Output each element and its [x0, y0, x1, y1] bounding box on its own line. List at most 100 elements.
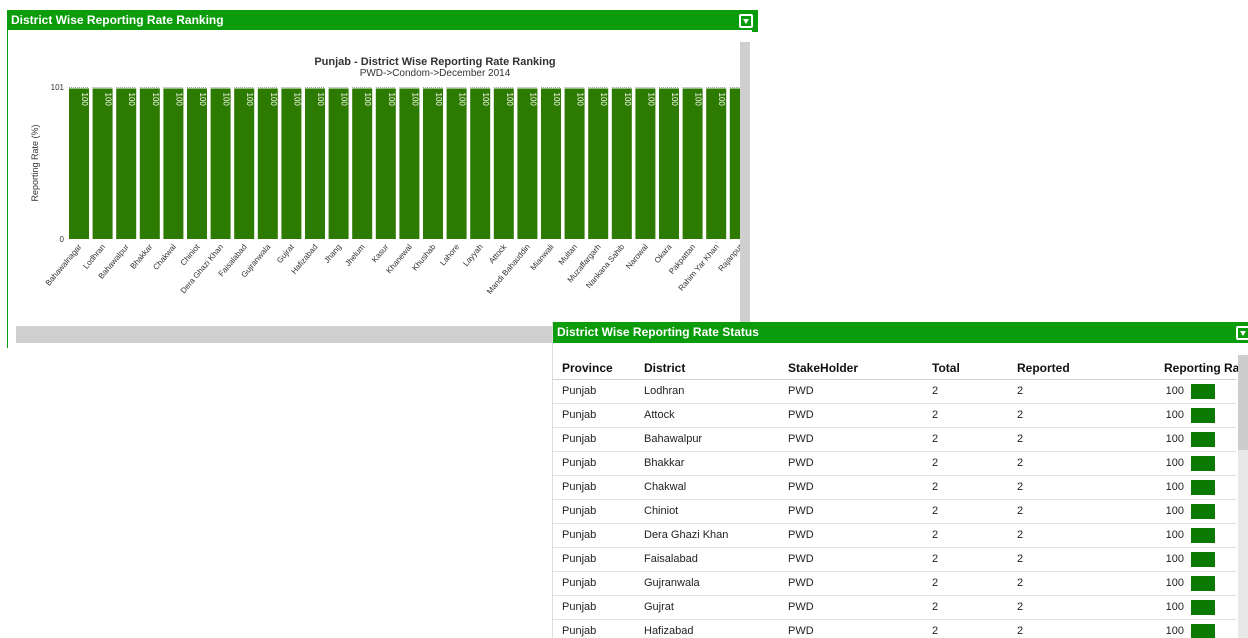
district-cell: Bhakkar [644, 457, 685, 469]
reporting-rate-cell: 100 [1165, 385, 1184, 397]
data-label: 100 [269, 93, 278, 107]
x-tick-label: Narowal [624, 242, 650, 270]
province-cell: Punjab [562, 625, 597, 637]
ranking-chart: Punjab - District Wise Reporting Rate Ra… [30, 56, 750, 296]
chart-bar [281, 88, 302, 240]
table-row[interactable]: Punjab Dera Ghazi Khan PWD 2 2 100 [553, 524, 1236, 548]
reported-cell: 2 [1017, 481, 1024, 493]
column-header-district[interactable]: District [644, 361, 685, 375]
data-label: 100 [316, 93, 325, 107]
table-row[interactable]: Punjab Bahawalpur PWD 2 2 100 [553, 428, 1236, 452]
data-label: 100 [198, 93, 207, 107]
column-header-province[interactable]: Province [562, 361, 613, 375]
chevron-down-box-icon[interactable] [739, 14, 753, 28]
status-panel-header: District Wise Reporting Rate Status [553, 322, 1248, 343]
province-cell: Punjab [562, 433, 597, 445]
chart-bar [682, 88, 703, 240]
scrollbar-thumb[interactable] [1238, 355, 1248, 450]
x-tick-label: Jhelum [343, 242, 367, 268]
stakeholder-cell: PWD [788, 553, 814, 565]
total-cell: 2 [932, 625, 939, 637]
province-cell: Punjab [562, 385, 597, 397]
table-row[interactable]: Punjab Faisalabad PWD 2 2 100 [553, 548, 1236, 572]
stakeholder-cell: PWD [788, 601, 814, 613]
chart-subtitle: PWD->Condom->December 2014 [360, 68, 511, 79]
reported-cell: 2 [1017, 601, 1024, 613]
reported-cell: 2 [1017, 625, 1024, 637]
district-cell: Hafizabad [644, 625, 694, 637]
x-tick-label: Lahore [438, 242, 461, 267]
table-row[interactable]: Punjab Chakwal PWD 2 2 100 [553, 476, 1236, 500]
column-header-total[interactable]: Total [932, 361, 960, 375]
reporting-rate-cell: 100 [1165, 409, 1184, 421]
district-cell: Dera Ghazi Khan [644, 529, 729, 541]
x-tick-label: Dera Ghazi Khan [179, 243, 225, 296]
table-vertical-scrollbar[interactable] [1238, 355, 1248, 638]
chart-bar [564, 88, 585, 240]
column-header-stakeholder[interactable]: StakeHolder [788, 361, 858, 375]
table-row[interactable]: Punjab Gujrat PWD 2 2 100 [553, 596, 1236, 620]
reporting-rate-cell: 100 [1165, 505, 1184, 517]
chart-bar [352, 88, 373, 240]
reporting-rate-bar [1191, 576, 1215, 591]
table-row[interactable]: Punjab Chiniot PWD 2 2 100 [553, 500, 1236, 524]
reported-cell: 2 [1017, 409, 1024, 421]
chart-vertical-scrollbar[interactable] [740, 42, 750, 327]
total-cell: 2 [932, 601, 939, 613]
province-cell: Punjab [562, 481, 597, 493]
data-label: 100 [646, 93, 655, 107]
table-row[interactable]: Punjab Attock PWD 2 2 100 [553, 404, 1236, 428]
stakeholder-cell: PWD [788, 433, 814, 445]
data-label: 100 [717, 93, 726, 107]
province-cell: Punjab [562, 577, 597, 589]
stakeholder-cell: PWD [788, 481, 814, 493]
chart-bar [234, 88, 255, 240]
status-panel-title: District Wise Reporting Rate Status [557, 325, 759, 339]
data-label: 100 [104, 93, 113, 107]
chart-bar [493, 88, 514, 240]
x-tick-label: Multan [557, 243, 579, 267]
reporting-rate-cell: 100 [1165, 625, 1184, 637]
district-cell: Bahawalpur [644, 433, 703, 445]
chart-bar [92, 88, 113, 240]
chart-bar [635, 88, 656, 240]
reporting-rate-bar [1191, 624, 1215, 638]
reporting-rate-cell: 100 [1165, 553, 1184, 565]
table-row[interactable]: Punjab Bhakkar PWD 2 2 100 [553, 452, 1236, 476]
total-cell: 2 [932, 385, 939, 397]
total-cell: 2 [932, 409, 939, 421]
y-tick-label: 101 [51, 83, 65, 92]
chart-bar [69, 88, 89, 240]
reporting-rate-cell: 100 [1165, 457, 1184, 469]
chart-bar [423, 88, 443, 240]
column-header-reporting-rate[interactable]: Reporting Rate (%) [1164, 361, 1248, 375]
table-header-row: Province District StakeHolder Total Repo… [553, 355, 1248, 380]
column-header-reported[interactable]: Reported [1017, 361, 1070, 375]
chart-bar [328, 88, 349, 240]
data-label: 100 [80, 93, 89, 107]
data-label: 100 [670, 93, 679, 107]
table-row[interactable]: Punjab Gujranwala PWD 2 2 100 [553, 572, 1236, 596]
ranking-chart-area: Punjab - District Wise Reporting Rate Ra… [7, 30, 752, 348]
data-label: 100 [245, 93, 254, 107]
stakeholder-cell: PWD [788, 577, 814, 589]
chart-bar [257, 88, 278, 240]
table-body: Punjab Lodhran PWD 2 2 100 Punjab Attock PWD 2 2 10… [553, 380, 1236, 638]
x-tick-label: Khushab [410, 242, 438, 272]
chevron-down-box-icon[interactable] [1236, 326, 1248, 340]
district-cell: Chakwal [644, 481, 687, 493]
chart-bar [139, 88, 160, 240]
table-row[interactable]: Punjab Lodhran PWD 2 2 100 [553, 380, 1236, 404]
chart-bar [706, 88, 727, 240]
chart-bar [116, 88, 137, 240]
reported-cell: 2 [1017, 577, 1024, 589]
reporting-rate-bar [1191, 552, 1215, 567]
total-cell: 2 [932, 457, 939, 469]
data-label: 100 [434, 93, 443, 107]
chart-bar [611, 88, 632, 240]
chart-bar [446, 88, 467, 240]
district-cell: Gujranwala [644, 577, 700, 589]
data-label: 100 [387, 93, 396, 107]
x-tick-label: Mandi Bahauddin [485, 243, 532, 296]
table-row[interactable]: Punjab Hafizabad PWD 2 2 100 [553, 620, 1236, 638]
